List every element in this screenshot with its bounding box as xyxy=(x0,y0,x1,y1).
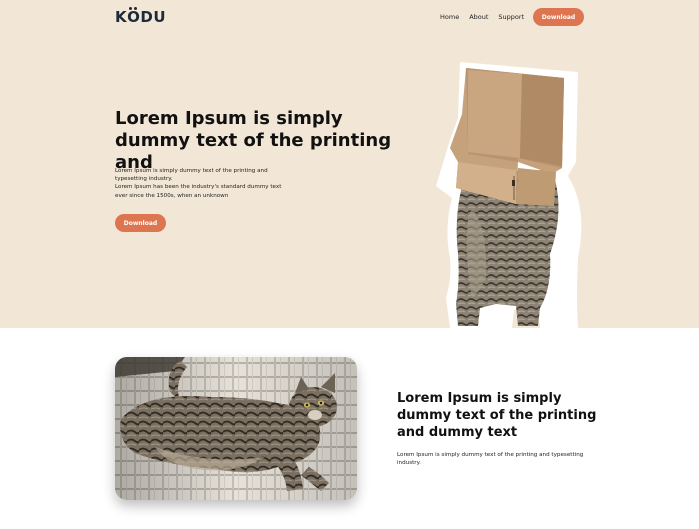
hero-download-button[interactable]: Download xyxy=(115,214,166,232)
logo-part-2: O xyxy=(127,7,141,26)
nav-item-about[interactable]: About xyxy=(469,12,488,22)
logo-part-1: K xyxy=(115,8,128,26)
hero-cat-image xyxy=(428,58,590,330)
feature-title: Lorem Ipsum is simply dummy text of the … xyxy=(397,391,597,440)
hero-description-line-1: Lorem Ipsum is simply dummy text of the … xyxy=(115,168,268,183)
nav-download-button[interactable]: Download xyxy=(533,8,584,26)
nav-item-support[interactable]: Support xyxy=(498,12,524,22)
logo[interactable]: KODU xyxy=(115,7,167,26)
nav-item-home[interactable]: Home xyxy=(440,12,459,22)
main-nav: Home About Support xyxy=(440,12,524,22)
logo-part-3: DU xyxy=(140,8,167,26)
hero-title: Lorem Ipsum is simply dummy text of the … xyxy=(115,108,392,173)
feature-description: Lorem Ipsum is simply dummy text of the … xyxy=(397,452,584,466)
feature-cat-image xyxy=(115,357,357,500)
hero-description: Lorem Ipsum is simply dummy text of the … xyxy=(115,167,285,200)
hero-section: KODU Home About Support Download Lorem I… xyxy=(0,0,699,328)
hero-description-line-2: Lorem Ipsum has been the industry's stan… xyxy=(115,184,282,199)
